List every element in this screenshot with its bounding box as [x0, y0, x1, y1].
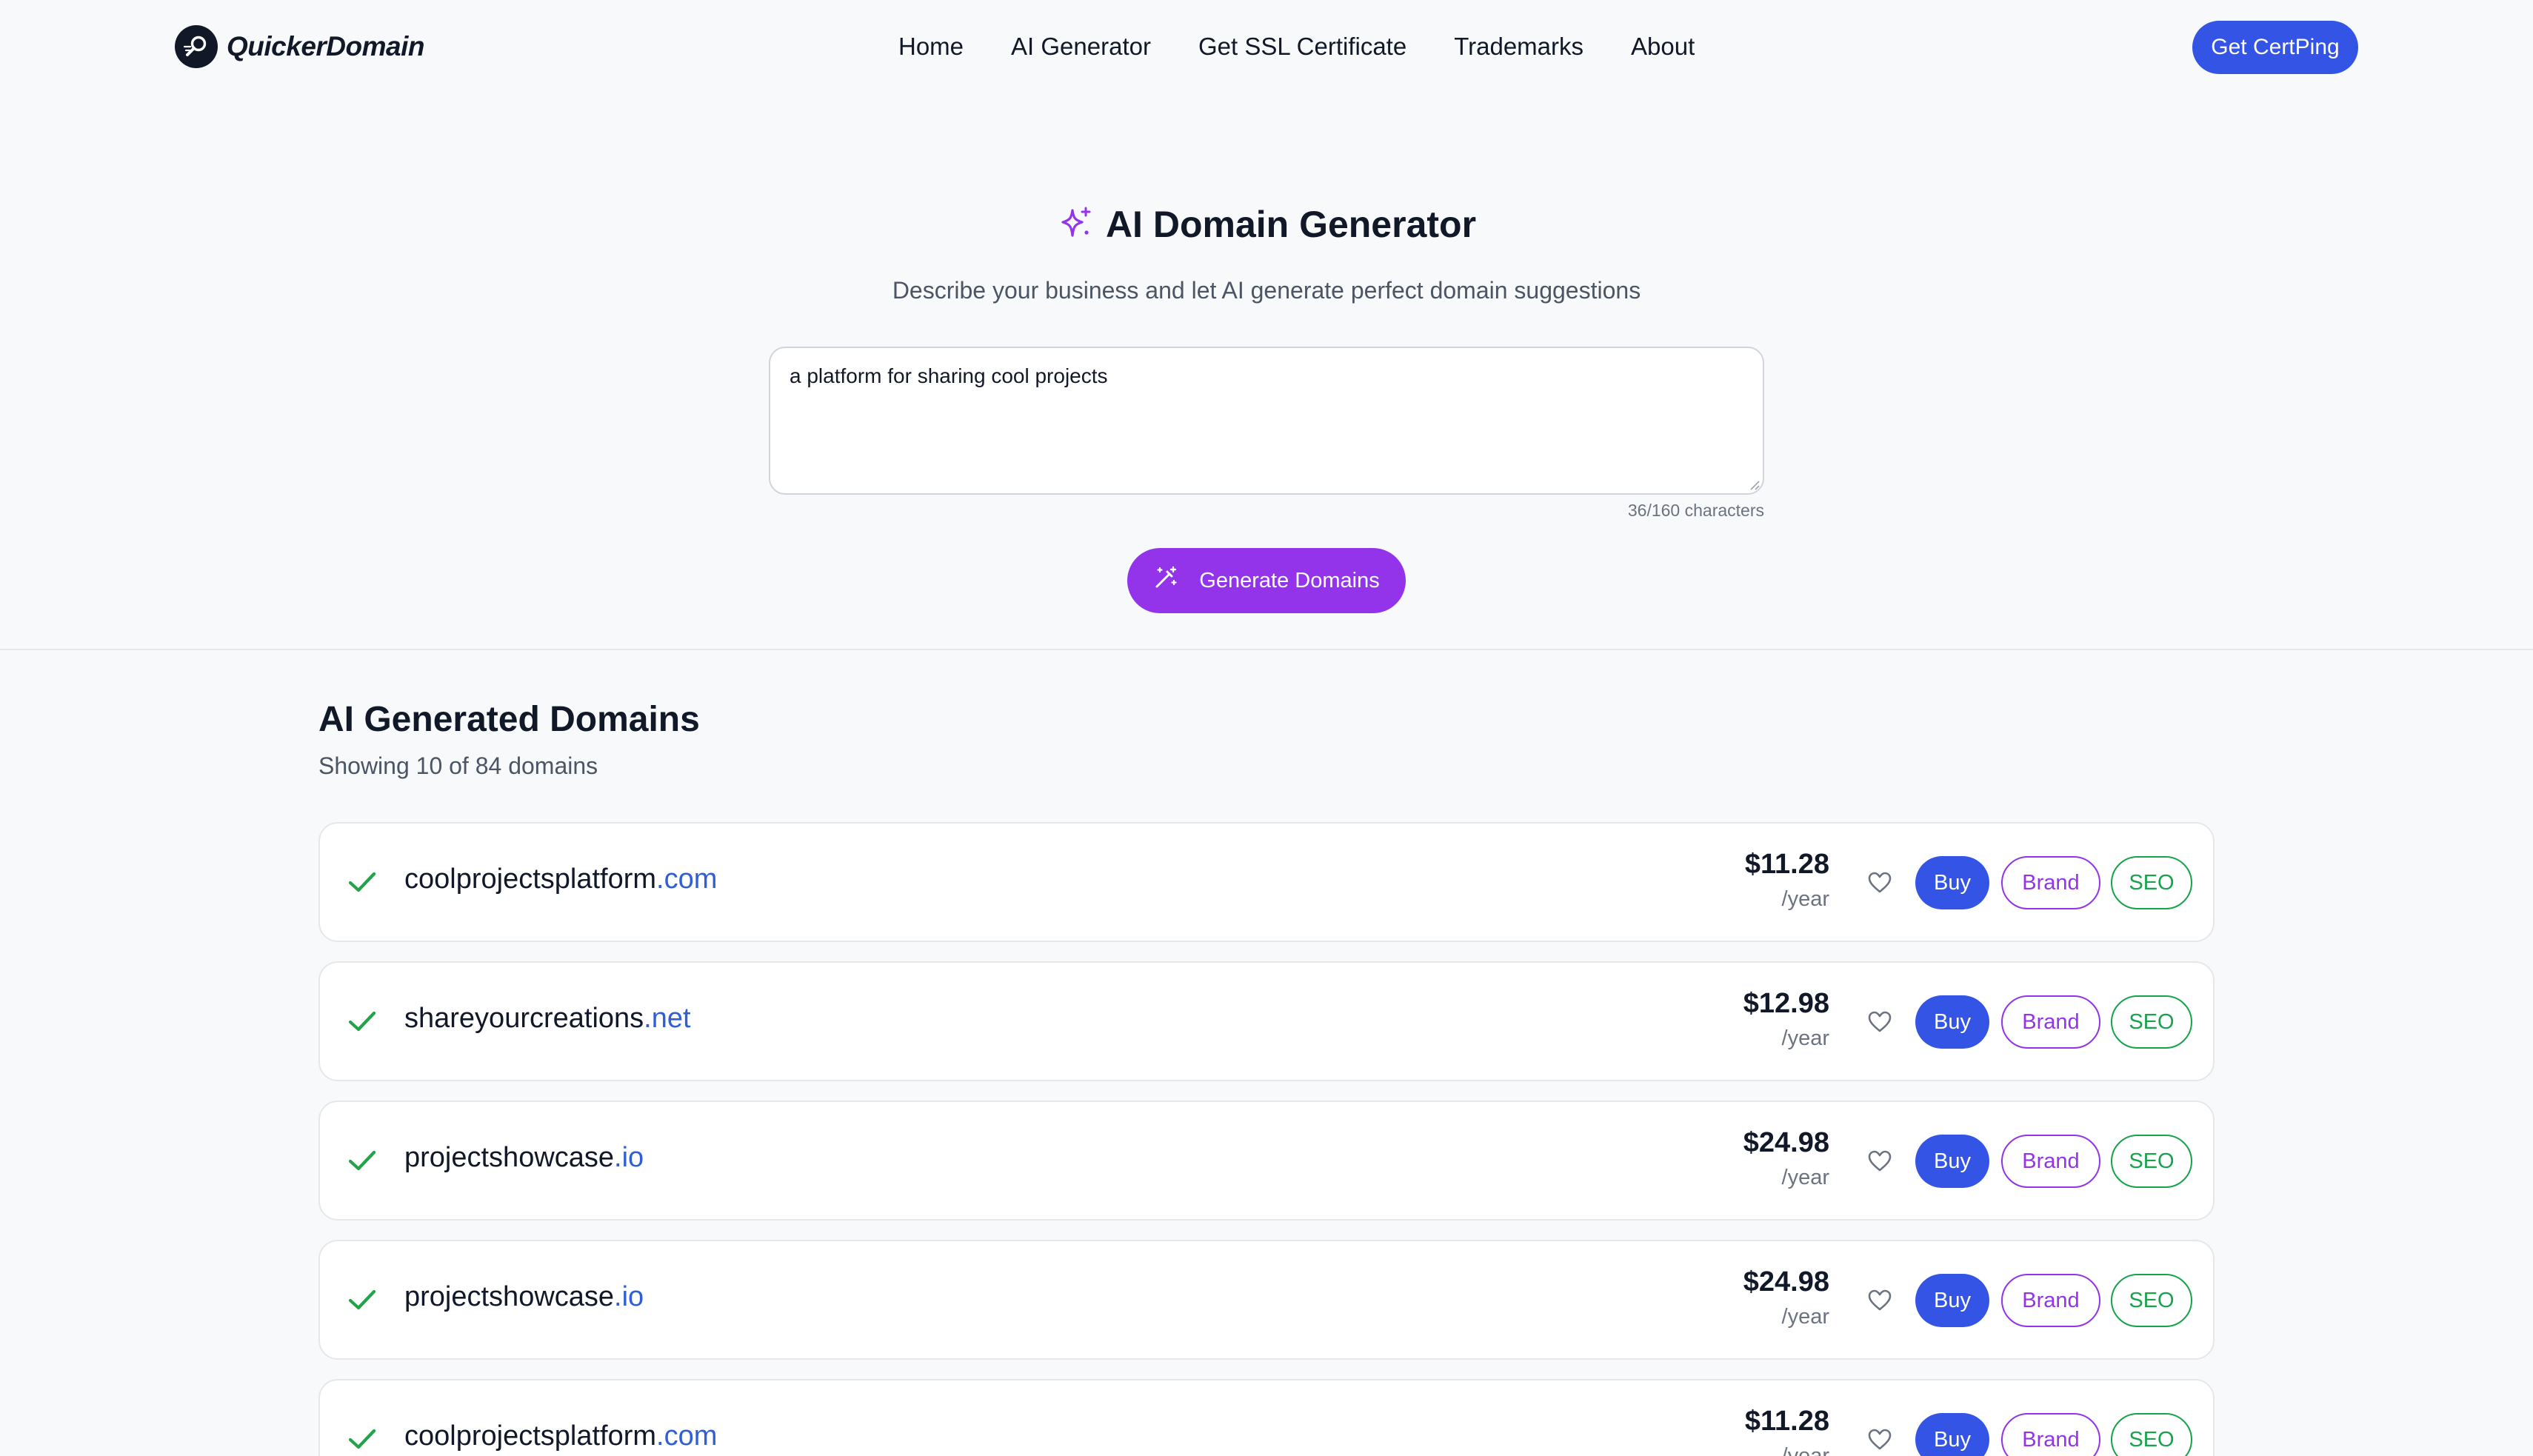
buy-button[interactable]: Buy [1915, 995, 1989, 1049]
resize-handle-icon[interactable] [1748, 478, 1760, 490]
magic-wand-icon [1153, 565, 1178, 596]
price-period: /year [1781, 1305, 1829, 1329]
nav-get-ssl-certificate[interactable]: Get SSL Certificate [1198, 33, 1406, 61]
character-count: 36/160 characters [1627, 501, 1764, 520]
buy-button[interactable]: Buy [1915, 1135, 1989, 1188]
magnifier-logo-icon [175, 25, 218, 68]
available-check-icon [345, 1283, 379, 1317]
favorite-heart-icon[interactable] [1866, 1426, 1893, 1453]
domain-label: projectshowcase [404, 1281, 615, 1312]
main-nav: Home AI Generator Get SSL Certificate Tr… [898, 28, 1695, 65]
price-period: /year [1781, 1166, 1829, 1189]
price-period: /year [1781, 1026, 1829, 1050]
seo-button[interactable]: SEO [2111, 1274, 2192, 1327]
domain-list: coolprojectsplatform.com $11.28 /year Bu… [318, 822, 2215, 1456]
domain-price: $24.98 [1743, 1266, 1829, 1298]
page-title: AI Domain Generator [1105, 204, 1477, 245]
brand-button[interactable]: Brand [2001, 1274, 2100, 1327]
seo-button[interactable]: SEO [2111, 1135, 2192, 1188]
domain-label: projectshowcase [404, 1142, 615, 1173]
domain-row: coolprojectsplatform.com $11.28 /year Bu… [318, 822, 2215, 942]
available-check-icon [345, 1422, 379, 1456]
available-check-icon [345, 865, 379, 899]
brand-button[interactable]: Brand [2001, 1135, 2100, 1188]
domain-price: $11.28 [1744, 1406, 1829, 1437]
page: QuickerDomain Home AI Generator Get SSL … [0, 0, 2533, 1456]
seo-button[interactable]: SEO [2111, 995, 2192, 1049]
domain-tld: .com [656, 864, 718, 895]
domain-price: $11.28 [1744, 849, 1829, 880]
brand-button[interactable]: Brand [2001, 1413, 2100, 1456]
logo[interactable]: QuickerDomain [175, 25, 424, 68]
domain-name: coolprojectsplatform.com [404, 864, 717, 895]
hero-title: AI Domain Generator [0, 203, 2533, 246]
nav-home[interactable]: Home [898, 33, 964, 61]
navbar: QuickerDomain Home AI Generator Get SSL … [0, 0, 2533, 93]
generate-domains-button[interactable]: Generate Domains [1127, 548, 1406, 613]
domain-tld: .com [656, 1420, 718, 1452]
domain-price: $24.98 [1743, 1127, 1829, 1158]
domain-row: projectshowcase.io $24.98 /year Buy Bran… [318, 1240, 2215, 1360]
results-count: Showing 10 of 84 domains [318, 752, 598, 779]
results-title: AI Generated Domains [318, 700, 700, 739]
nav-trademarks[interactable]: Trademarks [1454, 33, 1583, 61]
get-certping-button[interactable]: Get CertPing [2192, 21, 2358, 74]
business-description-input[interactable]: a platform for sharing cool projects [769, 347, 1764, 495]
generate-domains-label: Generate Domains [1199, 568, 1380, 592]
available-check-icon [345, 1004, 379, 1038]
nav-ai-generator[interactable]: AI Generator [1011, 33, 1151, 61]
seo-button[interactable]: SEO [2111, 1413, 2192, 1456]
favorite-heart-icon[interactable] [1866, 869, 1893, 896]
hero-section: AI Domain Generator Describe your busine… [0, 93, 2533, 649]
domain-price: $12.98 [1743, 988, 1829, 1019]
section-divider [0, 649, 2533, 650]
domain-label: shareyourcreations [404, 1003, 644, 1034]
brand-name: QuickerDomain [227, 31, 424, 61]
domain-name: coolprojectsplatform.com [404, 1420, 717, 1452]
domain-row: projectshowcase.io $24.98 /year Buy Bran… [318, 1101, 2215, 1220]
domain-label: coolprojectsplatform [404, 864, 657, 895]
domain-row: shareyourcreations.net $12.98 /year Buy … [318, 961, 2215, 1081]
favorite-heart-icon[interactable] [1866, 1148, 1893, 1175]
seo-button[interactable]: SEO [2111, 856, 2192, 909]
price-period: /year [1781, 1444, 1829, 1456]
price-period: /year [1781, 887, 1829, 911]
brand-button[interactable]: Brand [2001, 856, 2100, 909]
buy-button[interactable]: Buy [1915, 856, 1989, 909]
nav-about[interactable]: About [1631, 33, 1695, 61]
hero-subtitle: Describe your business and let AI genera… [892, 277, 1641, 304]
domain-tld: .io [614, 1281, 644, 1312]
brand-button[interactable]: Brand [2001, 995, 2100, 1049]
favorite-heart-icon[interactable] [1866, 1287, 1893, 1314]
available-check-icon [345, 1143, 379, 1178]
favorite-heart-icon[interactable] [1866, 1009, 1893, 1035]
domain-row: coolprojectsplatform.com $11.28 /year Bu… [318, 1379, 2215, 1456]
domain-name: projectshowcase.io [404, 1281, 644, 1313]
buy-button[interactable]: Buy [1915, 1274, 1989, 1327]
domain-name: projectshowcase.io [404, 1142, 644, 1174]
domain-tld: .io [614, 1142, 644, 1173]
domain-label: coolprojectsplatform [404, 1420, 657, 1452]
domain-name: shareyourcreations.net [404, 1003, 691, 1035]
domain-tld: .net [644, 1003, 691, 1034]
sparkles-icon [1057, 204, 1094, 245]
buy-button[interactable]: Buy [1915, 1413, 1989, 1456]
